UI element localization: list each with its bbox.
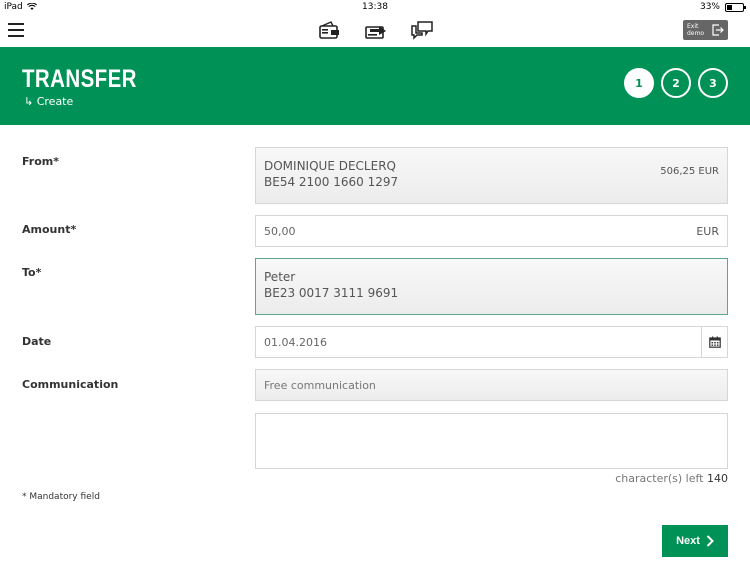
battery-icon (725, 2, 746, 12)
top-nav: Exit demo (0, 15, 750, 47)
amount-field[interactable]: 50,00 EUR (255, 215, 728, 247)
communication-placeholder: Free communication (264, 379, 376, 392)
status-bar: iPad 13:38 33% (0, 0, 750, 15)
from-name: DOMINIQUE DECLERQ (264, 159, 396, 173)
amount-value: 50,00 (264, 225, 296, 238)
communication-label: Communication (22, 378, 119, 391)
to-beneficiary-field[interactable]: Peter BE23 0017 3111 9691 (255, 258, 728, 315)
transfer-icon[interactable] (364, 19, 388, 41)
from-balance: 506,25 EUR (660, 166, 719, 177)
mandatory-note: * Mandatory field (22, 492, 100, 502)
characters-left: character(s) left 140 (615, 472, 728, 485)
date-value: 01.04.2016 (264, 336, 327, 349)
wallet-icon[interactable] (318, 19, 342, 41)
step-1: 1 (624, 68, 654, 98)
step-3: 3 (698, 68, 728, 98)
date-label: Date (22, 335, 52, 348)
characters-left-count: 140 (707, 472, 728, 485)
battery-percent: 33% (699, 2, 720, 12)
exit-icon (712, 24, 724, 36)
from-account-select[interactable]: DOMINIQUE DECLERQ BE54 2100 1660 1297 50… (255, 147, 728, 204)
next-label: Next (676, 535, 700, 547)
step-2: 2 (661, 68, 691, 98)
hamburger-menu-icon[interactable] (8, 23, 24, 37)
next-button[interactable]: Next (662, 525, 728, 557)
communication-type-select[interactable]: Free communication (255, 369, 728, 401)
step-indicator: 1 2 3 (624, 68, 728, 98)
page-title: TRANSFER (22, 65, 137, 93)
calendar-icon[interactable] (701, 327, 727, 357)
amount-currency: EUR (696, 225, 719, 238)
to-name: Peter (264, 270, 296, 284)
page-subtitle: ↳ Create (24, 95, 74, 108)
date-field[interactable]: 01.04.2016 (255, 326, 728, 358)
page-header: TRANSFER ↳ Create 1 2 3 (0, 47, 750, 125)
messages-icon[interactable] (410, 19, 434, 41)
clock: 13:38 (362, 2, 388, 12)
communication-textarea[interactable] (255, 413, 728, 469)
chevron-right-icon (706, 535, 714, 547)
exit-demo-button[interactable]: Exit demo (683, 20, 728, 40)
from-label: From* (22, 155, 60, 168)
to-account-number: BE23 0017 3111 9691 (264, 286, 399, 300)
amount-label: Amount* (22, 223, 77, 236)
to-label: To* (22, 266, 42, 279)
from-account-number: BE54 2100 1660 1297 (264, 175, 399, 189)
